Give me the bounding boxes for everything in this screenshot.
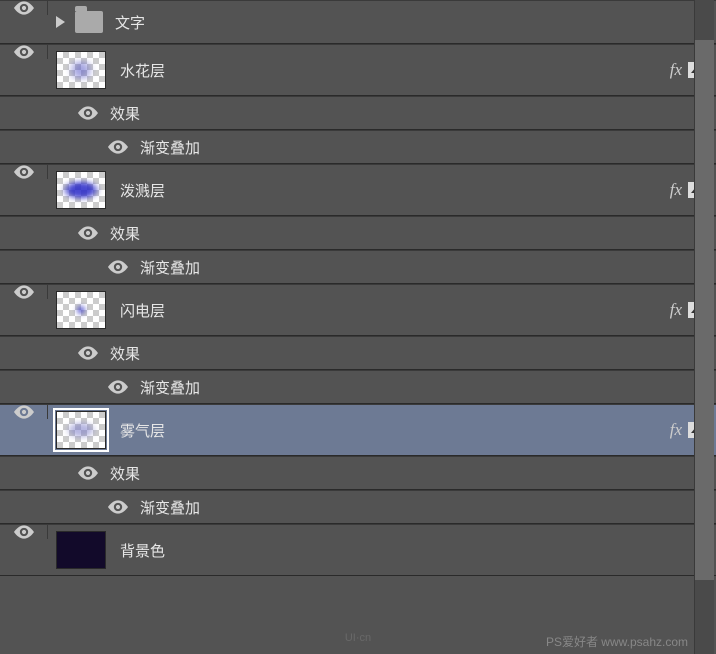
fx-badge: fx xyxy=(670,180,682,200)
visibility-toggle[interactable] xyxy=(0,165,48,179)
layer-row-bgcolor[interactable]: 背景色 xyxy=(0,524,716,576)
layer-thumbnail[interactable] xyxy=(56,51,106,89)
layer-thumbnail[interactable] xyxy=(56,171,106,209)
eye-icon xyxy=(14,525,34,539)
visibility-toggle[interactable] xyxy=(0,405,48,419)
layer-name[interactable]: 水花层 xyxy=(120,60,670,81)
layer-name[interactable]: 闪电层 xyxy=(120,300,670,321)
visibility-toggle[interactable] xyxy=(0,45,48,59)
effect-item-label: 渐变叠加 xyxy=(140,137,200,158)
eye-icon[interactable] xyxy=(108,500,128,514)
effects-label: 效果 xyxy=(110,103,140,124)
layer-thumbnail[interactable] xyxy=(56,531,106,569)
effect-item-label: 渐变叠加 xyxy=(140,377,200,398)
effects-label: 效果 xyxy=(110,343,140,364)
eye-icon[interactable] xyxy=(108,380,128,394)
effects-row[interactable]: 效果 xyxy=(0,336,716,370)
eye-icon[interactable] xyxy=(78,466,98,480)
fx-badge: fx xyxy=(670,300,682,320)
watermark-ps: PS爱好者 www.psahz.com xyxy=(546,633,688,650)
effects-row[interactable]: 效果 xyxy=(0,96,716,130)
effects-label: 效果 xyxy=(110,463,140,484)
layer-row-splash[interactable]: 水花层fx xyxy=(0,44,716,96)
effect-item-row[interactable]: 渐变叠加 xyxy=(0,130,716,164)
effect-item-row[interactable]: 渐变叠加 xyxy=(0,490,716,524)
eye-icon xyxy=(14,285,34,299)
eye-icon[interactable] xyxy=(108,140,128,154)
eye-icon xyxy=(14,405,34,419)
effects-row[interactable]: 效果 xyxy=(0,456,716,490)
layer-row-lightning[interactable]: 闪电层fx xyxy=(0,284,716,336)
effect-item-label: 渐变叠加 xyxy=(140,257,200,278)
folder-icon xyxy=(75,11,103,33)
fx-badge: fx xyxy=(670,60,682,80)
eye-icon[interactable] xyxy=(108,260,128,274)
effect-item-label: 渐变叠加 xyxy=(140,497,200,518)
effects-row[interactable]: 效果 xyxy=(0,216,716,250)
watermark-ui: UI·cn xyxy=(345,632,371,644)
layer-name[interactable]: 泼溅层 xyxy=(120,180,670,201)
scrollbar-thumb[interactable] xyxy=(695,40,714,580)
effects-label: 效果 xyxy=(110,223,140,244)
eye-icon[interactable] xyxy=(78,106,98,120)
effect-item-row[interactable]: 渐变叠加 xyxy=(0,370,716,404)
eye-icon xyxy=(14,45,34,59)
effect-item-row[interactable]: 渐变叠加 xyxy=(0,250,716,284)
group-name[interactable]: 文字 xyxy=(115,12,708,33)
eye-icon[interactable] xyxy=(78,346,98,360)
layer-row-spatter[interactable]: 泼溅层fx xyxy=(0,164,716,216)
layers-panel: 文字 水花层fx效果渐变叠加泼溅层fx效果渐变叠加闪电层fx效果渐变叠加雾气层f… xyxy=(0,0,716,576)
layer-thumbnail[interactable] xyxy=(56,291,106,329)
layer-name[interactable]: 背景色 xyxy=(120,540,708,561)
visibility-toggle[interactable] xyxy=(0,285,48,299)
expand-toggle-icon[interactable] xyxy=(56,16,65,28)
eye-icon xyxy=(14,165,34,179)
layer-row-fog[interactable]: 雾气层fx xyxy=(0,404,716,456)
eye-icon xyxy=(14,1,34,15)
eye-icon[interactable] xyxy=(78,226,98,240)
layer-name[interactable]: 雾气层 xyxy=(120,420,670,441)
scrollbar[interactable] xyxy=(694,0,714,654)
layer-thumbnail[interactable] xyxy=(56,411,106,449)
visibility-toggle[interactable] xyxy=(0,525,48,539)
layer-group-row[interactable]: 文字 xyxy=(0,0,716,44)
fx-badge: fx xyxy=(670,420,682,440)
visibility-toggle[interactable] xyxy=(0,1,48,15)
